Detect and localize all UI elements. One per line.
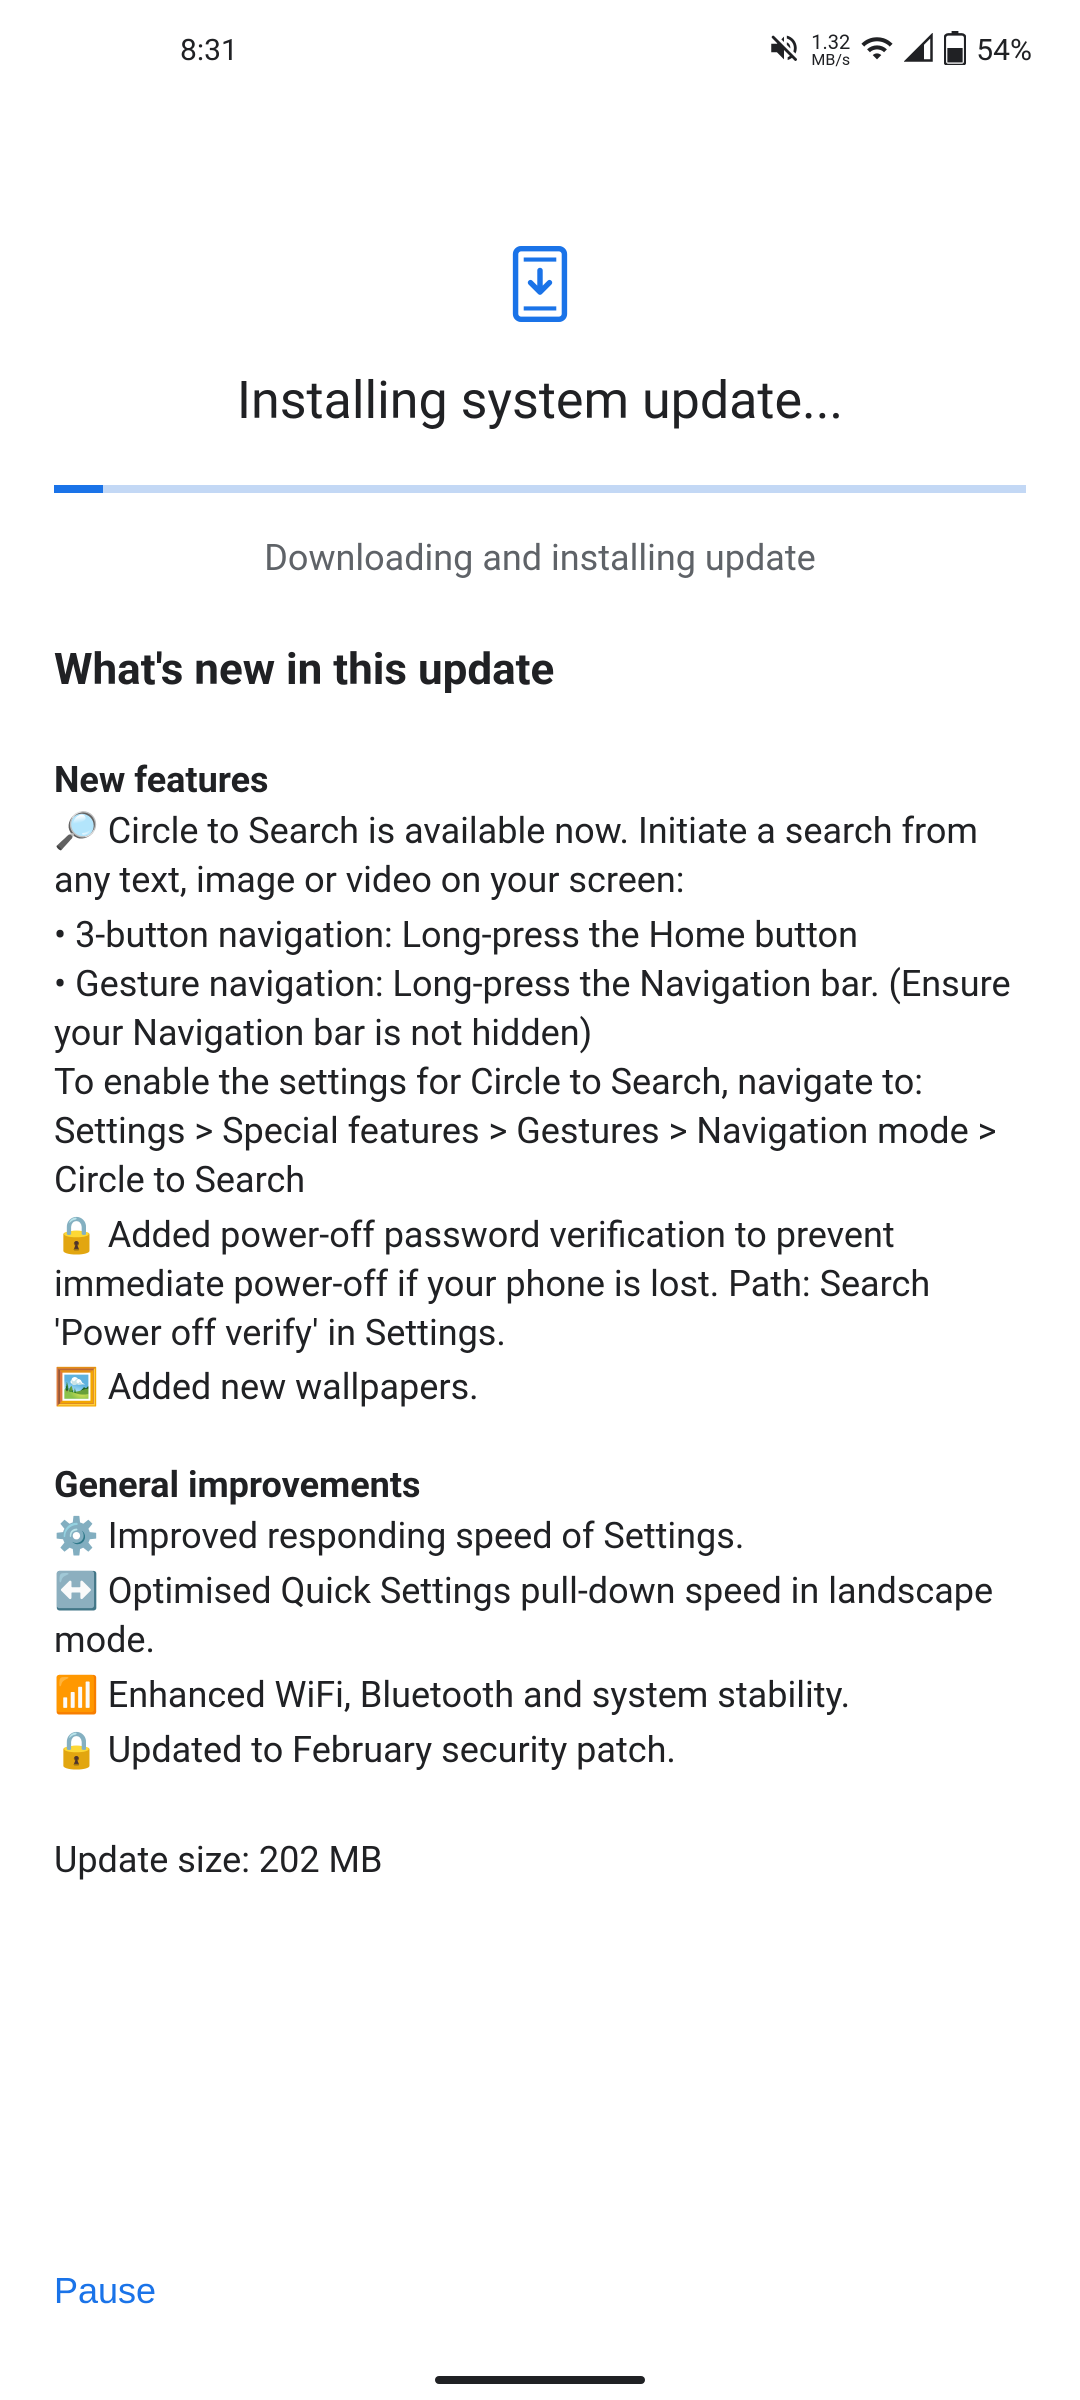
wifi-icon xyxy=(860,31,894,69)
general-improvements-heading: General improvements xyxy=(54,1464,1026,1506)
feature-enable-path: To enable the settings for Circle to Sea… xyxy=(54,1058,1026,1205)
page-title: Installing system update... xyxy=(54,370,1026,431)
improvement-quicksettings: ↔️ Optimised Quick Settings pull-down sp… xyxy=(54,1567,1026,1665)
battery-icon xyxy=(944,31,966,69)
progress-status-text: Downloading and installing update xyxy=(54,537,1026,579)
feature-circle-search: 🔎 Circle to Search is available now. Ini… xyxy=(54,807,1026,905)
improvement-settings-speed: ⚙️ Improved responding speed of Settings… xyxy=(54,1512,1026,1561)
update-size: Update size: 202 MB xyxy=(54,1839,1026,1881)
improvement-stability: 📶 Enhanced WiFi, Bluetooth and system st… xyxy=(54,1671,1026,1720)
network-speed-value: 1.32 xyxy=(811,32,850,52)
pause-button[interactable]: Pause xyxy=(54,2258,156,2324)
feature-wallpapers: 🖼️ Added new wallpapers. xyxy=(54,1363,1026,1412)
status-bar: 8:31 1.32 MB/s 54% xyxy=(0,0,1080,100)
status-right: 1.32 MB/s 54% xyxy=(767,31,1032,69)
network-speed-unit: MB/s xyxy=(811,52,850,68)
cellular-signal-icon xyxy=(904,33,934,67)
feature-bullet-3button: • 3-button navigation: Long-press the Ho… xyxy=(54,911,1026,960)
network-speed: 1.32 MB/s xyxy=(811,32,850,68)
progress-fill xyxy=(54,485,103,493)
main-content: Installing system update... Downloading … xyxy=(0,246,1080,1881)
feature-bullet-gesture: • Gesture navigation: Long-press the Nav… xyxy=(54,960,1026,1058)
bottom-action-bar: Pause xyxy=(54,2258,156,2324)
feature-poweroff-verify: 🔒 Added power-off password verification … xyxy=(54,1211,1026,1358)
battery-percent: 54% xyxy=(976,33,1032,68)
progress-bar xyxy=(54,485,1026,493)
navigation-handle[interactable] xyxy=(435,2376,645,2384)
status-time: 8:31 xyxy=(180,33,238,68)
improvement-security-patch: 🔒 Updated to February security patch. xyxy=(54,1726,1026,1775)
mute-icon xyxy=(767,31,801,69)
new-features-heading: New features xyxy=(54,759,1026,801)
whats-new-title: What's new in this update xyxy=(54,643,1026,695)
update-icon xyxy=(54,246,1026,322)
